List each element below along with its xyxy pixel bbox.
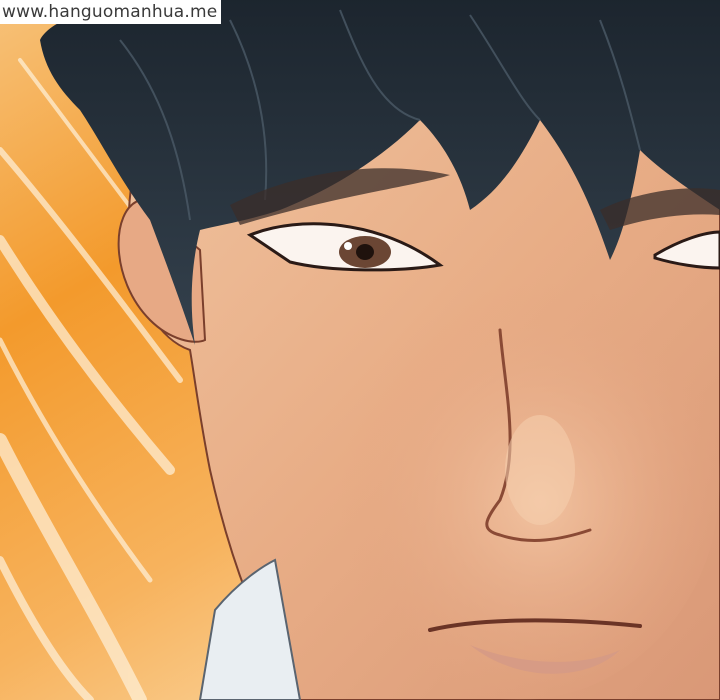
face-closeup-illustration — [0, 0, 720, 700]
nose-highlight — [505, 415, 575, 525]
manga-panel: www.hanguomanhua.me — [0, 0, 720, 700]
watermark-url: www.hanguomanhua.me — [0, 0, 222, 24]
